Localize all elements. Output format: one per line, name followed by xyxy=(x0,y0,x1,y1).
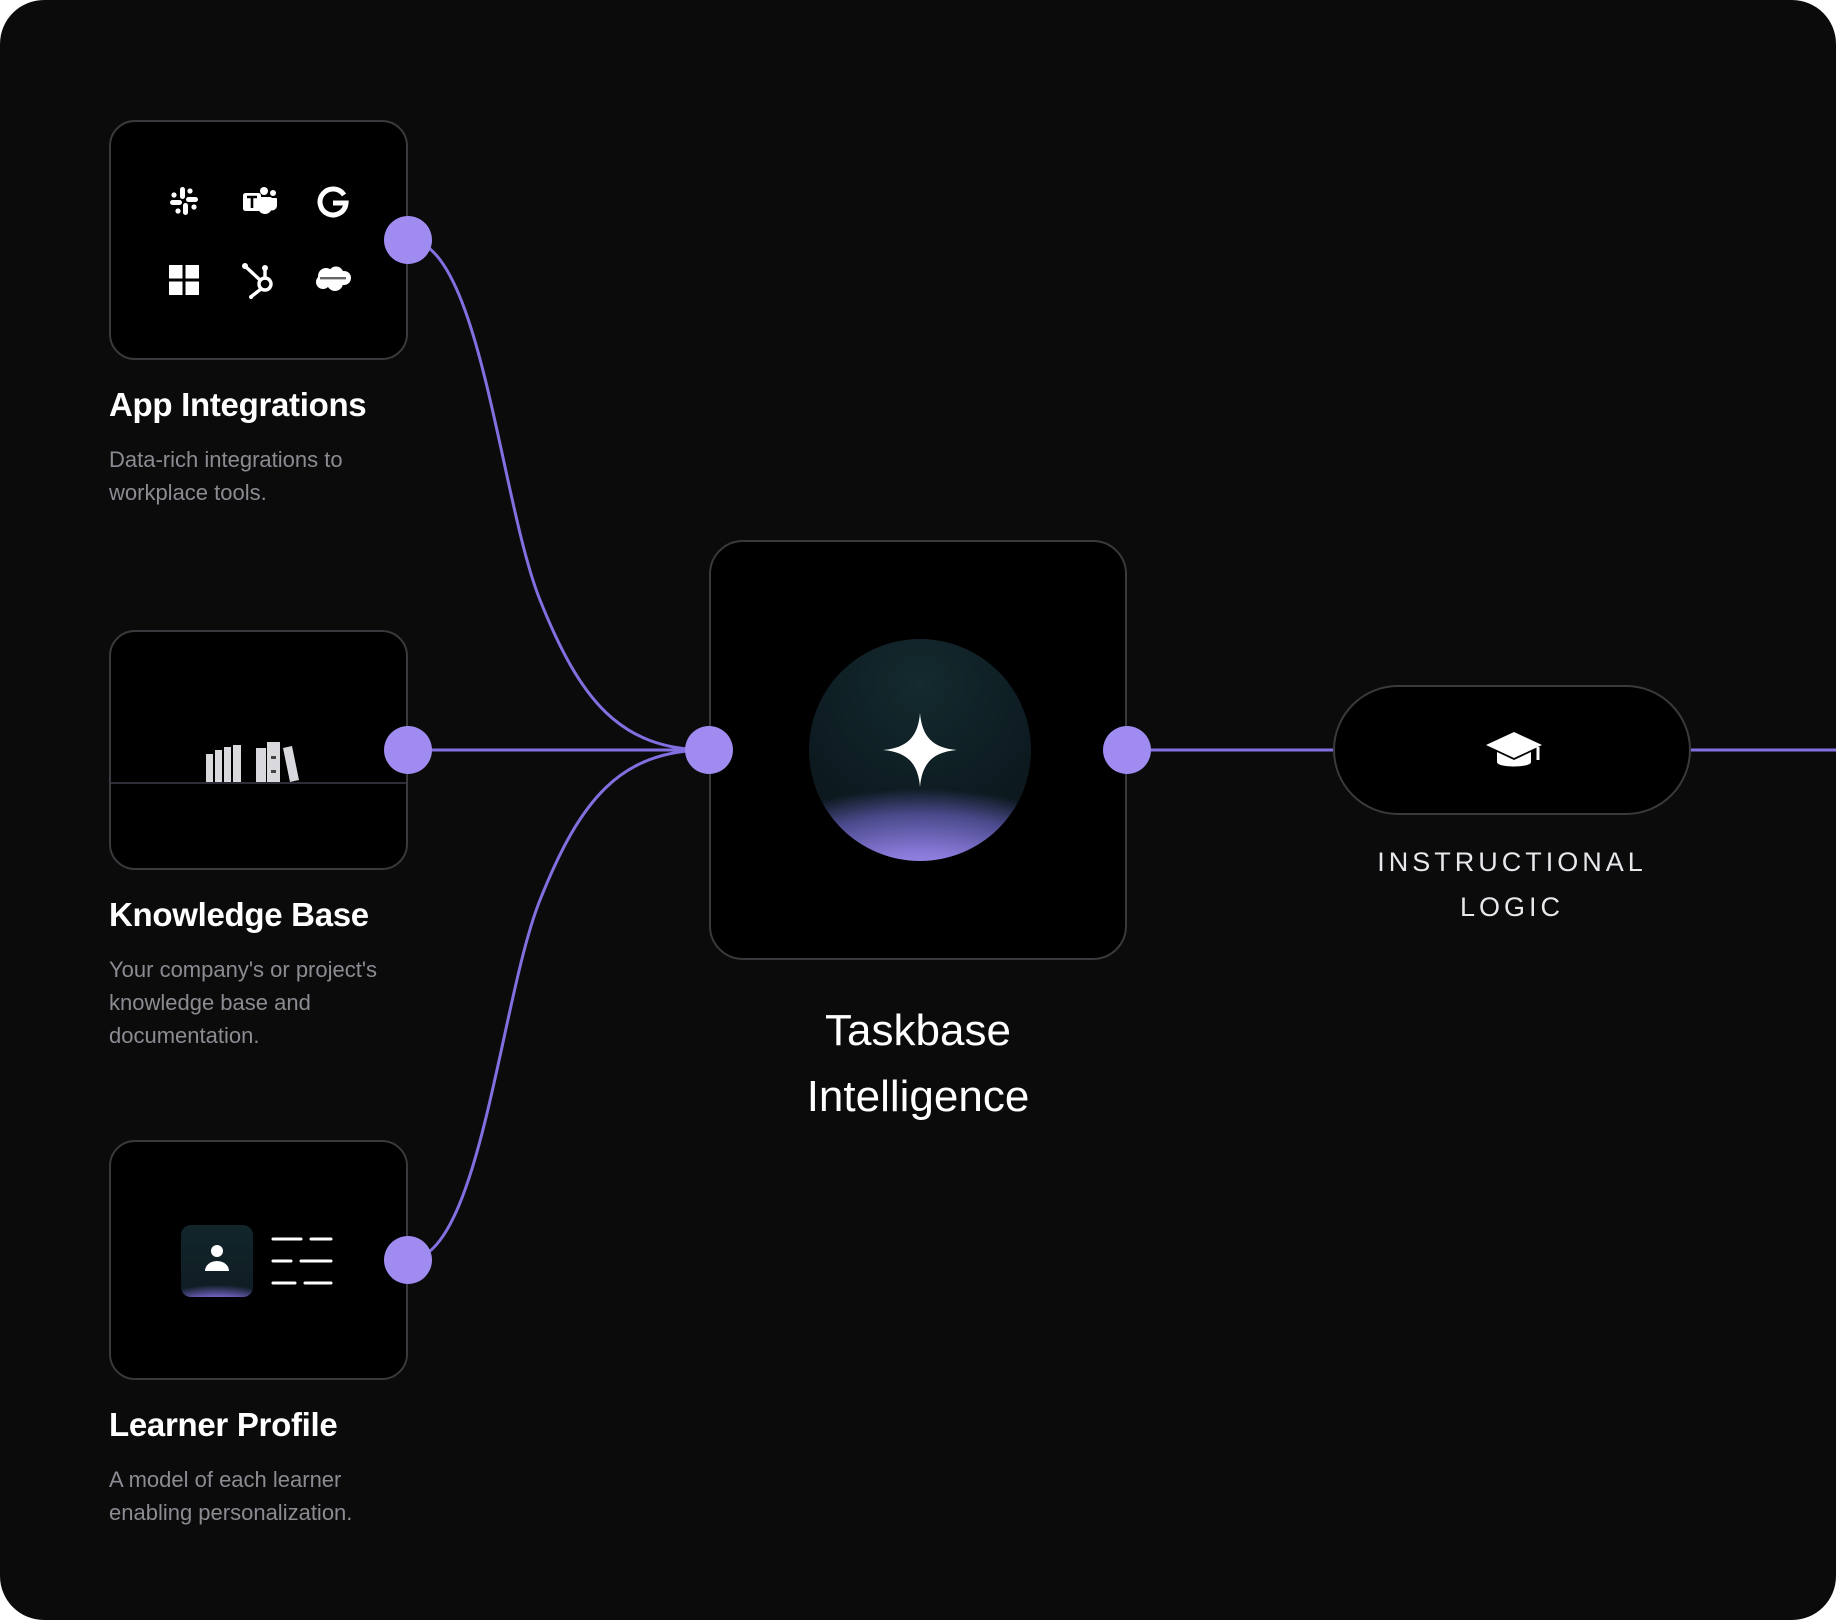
center-title-line2: Intelligence xyxy=(806,1072,1030,1121)
learner-profile-description: A model of each learner enabling persona… xyxy=(109,1467,353,1525)
diagram-canvas: App Integrations Data-rich integrations … xyxy=(0,0,1836,1620)
app-integrations-description: Data-rich integrations to workplace tool… xyxy=(109,447,343,505)
graduation-cap-icon xyxy=(1486,732,1542,767)
instructional-logic-pill[interactable] xyxy=(1333,685,1691,815)
books-icon xyxy=(206,742,299,782)
instructional-logic-label-line1: INSTRUCTIONAL xyxy=(1377,847,1647,877)
connector-app-integrations xyxy=(407,238,709,752)
app-integrations-title: App Integrations xyxy=(109,386,367,423)
user-icon xyxy=(205,1245,229,1271)
learner-profile-connector-dot xyxy=(384,1236,432,1284)
profile-lines-icon xyxy=(271,1237,333,1285)
learner-profile-card[interactable] xyxy=(109,1140,408,1380)
taskbase-intelligence-card[interactable] xyxy=(709,540,1127,960)
center-output-dot xyxy=(1103,726,1151,774)
sparkle-icon xyxy=(883,713,957,787)
instructional-logic-label-line2: LOGIC xyxy=(1459,892,1565,922)
app-integrations-card[interactable] xyxy=(109,120,408,360)
learner-profile-title: Learner Profile xyxy=(109,1406,338,1443)
center-title-line1: Taskbase xyxy=(825,1006,1011,1055)
avatar-tile xyxy=(181,1225,253,1297)
app-integrations-connector-dot xyxy=(384,216,432,264)
center-input-dot xyxy=(685,726,733,774)
taskbase-intelligence-title: Taskbase Intelligence xyxy=(709,998,1127,1130)
knowledge-base-title: Knowledge Base xyxy=(109,896,369,933)
google-icon xyxy=(317,186,349,218)
slack-icon xyxy=(170,187,198,215)
knowledge-base-shelf-line xyxy=(111,782,406,784)
connector-learner-profile xyxy=(407,748,709,1262)
teams-icon xyxy=(243,187,277,214)
knowledge-base-connector-dot xyxy=(384,726,432,774)
instructional-logic-label: INSTRUCTIONAL LOGIC xyxy=(1313,840,1711,930)
hubspot-icon xyxy=(242,263,273,299)
knowledge-base-card[interactable] xyxy=(109,630,408,870)
knowledge-base-description: Your company's or project's knowledge ba… xyxy=(109,957,378,1048)
salesforce-icon xyxy=(316,266,351,291)
intelligence-orb xyxy=(809,639,1031,861)
windows-icon xyxy=(169,265,199,295)
